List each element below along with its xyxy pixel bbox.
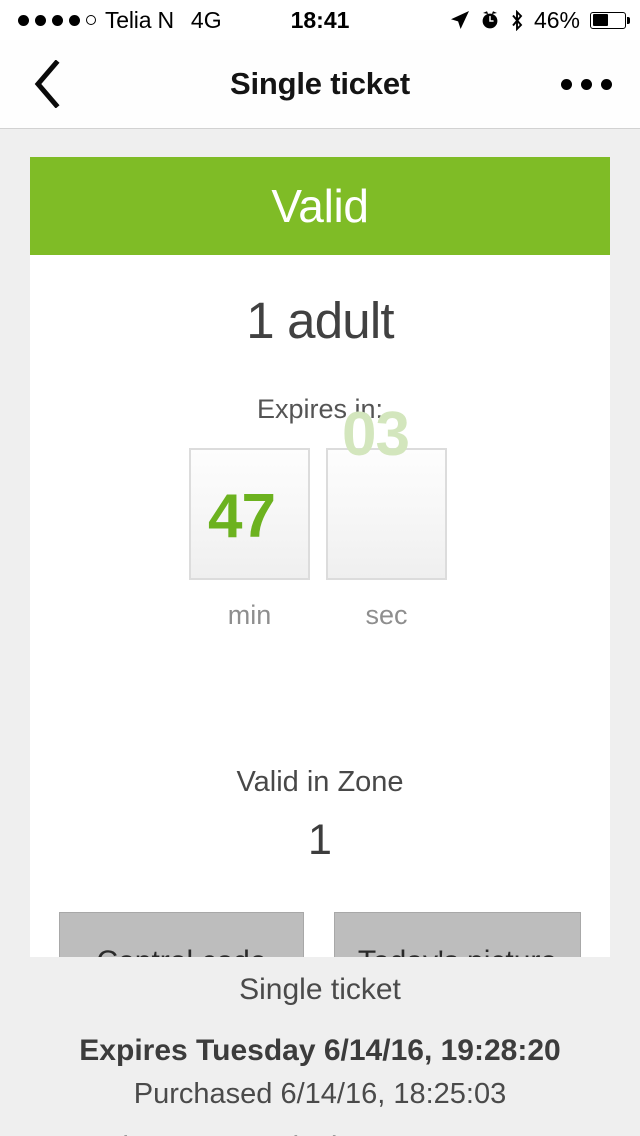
ticket-purchase-time: Purchased 6/14/16, 18:25:03 (133, 1078, 507, 1110)
control-code-button[interactable]: Control code (59, 912, 304, 957)
countdown-minutes-value: 47 (208, 482, 276, 551)
zone-value: 1 (308, 816, 332, 864)
ellipsis-icon (600, 78, 612, 90)
countdown-minutes-box: 47 (189, 448, 310, 580)
ticket-screen: Telia N 4G 18:41 46% Single ticket Valid… (0, 0, 640, 1136)
zone-label: Valid in Zone (236, 766, 404, 798)
status-bar-clock: 18:41 (290, 6, 350, 33)
ticket-type: Single ticket (239, 973, 401, 1006)
ticket-expiry: Expires Tuesday 6/14/16, 19:28:20 (79, 1034, 561, 1067)
ticket-card: Valid 1 adult Expires in: 47 03 min sec … (30, 157, 610, 957)
expires-in-label: Expires in: (256, 394, 384, 424)
page-title: Single ticket (229, 66, 410, 101)
status-bar: Telia N 4G 18:41 46% (0, 0, 640, 40)
countdown-seconds-box: 03 (326, 404, 447, 580)
ellipsis-icon (580, 78, 592, 90)
countdown-seconds-value: 03 (342, 400, 410, 469)
ticket-details: Single ticket Expires Tuesday 6/14/16, 1… (0, 975, 640, 1136)
ticket-actions: Control code Today's picture (30, 912, 610, 957)
countdown-minutes-unit: min (227, 600, 272, 630)
passenger-count: 1 adult (246, 292, 394, 349)
more-options-button[interactable] (546, 40, 626, 128)
battery-icon (590, 11, 630, 29)
ticket-card-body: 1 adult Expires in: 47 03 min sec Valid … (30, 255, 610, 957)
status-badge: Valid (30, 157, 610, 255)
ellipsis-icon (560, 78, 572, 90)
countdown-timer: 47 03 min sec (30, 404, 610, 648)
countdown-seconds-unit: sec (365, 600, 408, 630)
todays-picture-button[interactable]: Today's picture (334, 912, 581, 957)
nav-bar: Single ticket (0, 40, 640, 129)
